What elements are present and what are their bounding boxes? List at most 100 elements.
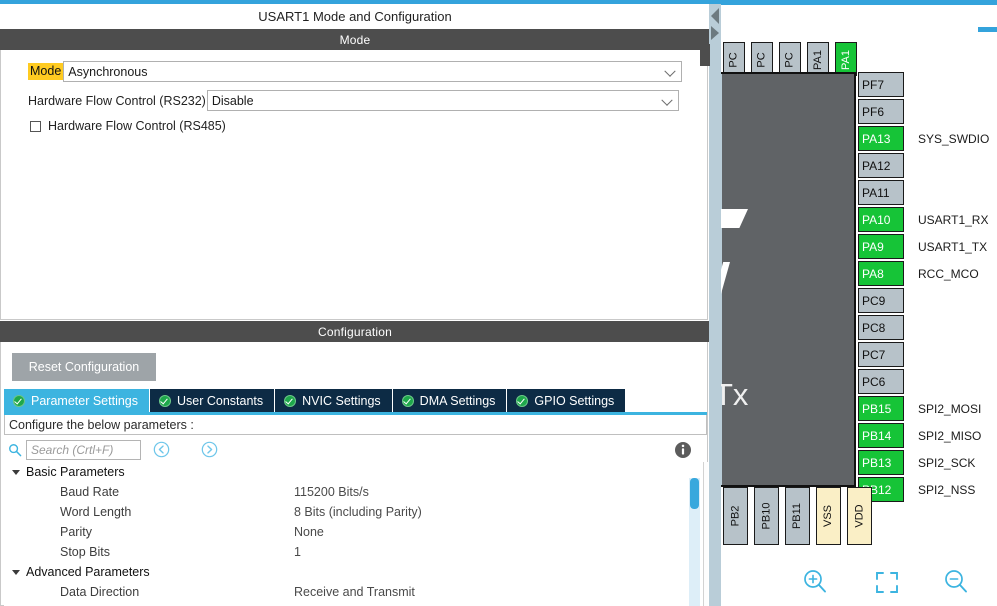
pin-pf7[interactable]: PF7 bbox=[858, 72, 904, 97]
hardware-flow-control-rs485-label: Hardware Flow Control (RS485) bbox=[48, 119, 226, 133]
search-icon bbox=[9, 444, 22, 457]
zoom-out-icon[interactable] bbox=[940, 566, 974, 598]
reset-configuration-button[interactable]: Reset Configuration bbox=[12, 353, 156, 381]
chevron-down-icon bbox=[12, 569, 20, 575]
signal-label-pa10: USART1_RX bbox=[918, 213, 989, 227]
tab-label: Parameter Settings bbox=[31, 393, 138, 408]
mode-select[interactable]: Asynchronous bbox=[63, 61, 683, 82]
parameter-scrollbar-thumb[interactable] bbox=[690, 478, 699, 509]
pin-label: PC7 bbox=[862, 347, 886, 362]
collapse-left-icon[interactable] bbox=[711, 8, 719, 24]
zoom-in-icon[interactable] bbox=[799, 566, 833, 598]
signal-label-pb14: SPI2_MISO bbox=[918, 429, 982, 443]
hardware-flow-control-rs485-checkbox[interactable] bbox=[30, 120, 41, 132]
expand-right-icon[interactable] bbox=[711, 26, 719, 40]
pin-pa10[interactable]: PA10 bbox=[858, 207, 904, 232]
pin-label: PC8 bbox=[862, 320, 886, 335]
param-value[interactable]: 1 bbox=[294, 545, 301, 559]
pin-label: PA12 bbox=[862, 158, 891, 173]
pin-vdd[interactable]: VDD bbox=[847, 487, 872, 545]
pin-top-3[interactable]: PA1 bbox=[807, 42, 829, 76]
check-circle-icon bbox=[516, 394, 529, 407]
chevron-down-icon bbox=[664, 65, 676, 77]
tab-user-constants[interactable]: User Constants bbox=[150, 389, 276, 412]
pin-pc6[interactable]: PC6 bbox=[858, 369, 904, 394]
tab-dma-settings[interactable]: DMA Settings bbox=[392, 389, 508, 412]
pin-label: PA1 bbox=[839, 50, 852, 70]
next-match-icon[interactable] bbox=[201, 441, 218, 458]
configuration-tabstrip: Parameter Settings User Constants NVIC S… bbox=[4, 389, 627, 412]
page-title: USART1 Mode and Configuration bbox=[0, 4, 710, 30]
hardware-flow-control-rs232-select[interactable]: Disable bbox=[206, 90, 679, 111]
pin-pc9[interactable]: PC9 bbox=[858, 288, 904, 313]
group-label: Advanced Parameters bbox=[26, 565, 150, 579]
parameter-search-row bbox=[4, 438, 707, 464]
pin-pc7[interactable]: PC7 bbox=[858, 342, 904, 367]
pin-label: PB2 bbox=[729, 505, 742, 527]
group-advanced-parameters[interactable]: Advanced Parameters bbox=[4, 562, 707, 582]
pin-pa12[interactable]: PA12 bbox=[858, 153, 904, 178]
info-icon[interactable] bbox=[674, 441, 692, 459]
previous-match-icon[interactable] bbox=[153, 441, 170, 458]
pin-top-4[interactable]: PA1 bbox=[835, 42, 857, 76]
pin-label: PC bbox=[728, 52, 740, 68]
pinout-top-accent-bar bbox=[721, 0, 997, 5]
pin-pb13[interactable]: PB13 bbox=[858, 450, 904, 475]
table-row[interactable]: Data Direction Receive and Transmit bbox=[4, 582, 707, 602]
group-basic-parameters[interactable]: Basic Parameters bbox=[4, 462, 707, 482]
table-row[interactable]: Parity None bbox=[4, 522, 707, 542]
pin-label: PB11 bbox=[791, 502, 804, 530]
pin-top-0[interactable]: PC bbox=[723, 42, 745, 76]
pin-pb10[interactable]: PB10 bbox=[754, 487, 779, 545]
check-circle-icon bbox=[401, 394, 414, 407]
usart1-config-panel: USART1 Mode and Configuration Mode Mode … bbox=[0, 0, 710, 606]
fit-to-screen-icon[interactable] bbox=[870, 566, 904, 598]
panel-splitter[interactable] bbox=[700, 0, 721, 606]
splitter-band-stub bbox=[700, 44, 710, 66]
chip-die-body: Tx bbox=[721, 72, 856, 487]
signal-label-pa9: USART1_TX bbox=[918, 240, 988, 254]
hardware-flow-control-rs232-label: Hardware Flow Control (RS232) bbox=[28, 93, 206, 108]
pin-pb15[interactable]: PB15 bbox=[858, 396, 904, 421]
hardware-flow-control-rs485-row[interactable]: Hardware Flow Control (RS485) bbox=[30, 119, 226, 133]
table-row[interactable]: Word Length 8 Bits (including Parity) bbox=[4, 502, 707, 522]
signal-label-pb15: SPI2_MOSI bbox=[918, 402, 982, 416]
pinout-zoom-toolbar bbox=[721, 566, 997, 600]
pin-top-2[interactable]: PC bbox=[779, 42, 801, 76]
mode-label: Mode bbox=[28, 63, 64, 80]
table-row[interactable]: Stop Bits 1 bbox=[4, 542, 707, 562]
parameter-tree[interactable]: Basic Parameters Baud Rate 115200 Bits/s… bbox=[4, 462, 707, 606]
pin-label: PA10 bbox=[862, 212, 891, 227]
param-value[interactable]: Receive and Transmit bbox=[294, 585, 415, 599]
param-value[interactable]: 8 Bits (including Parity) bbox=[294, 505, 422, 519]
pin-label: PF6 bbox=[862, 104, 885, 119]
search-input[interactable] bbox=[26, 440, 141, 460]
pin-pa13[interactable]: PA13 bbox=[858, 126, 904, 151]
pinout-toolbar-accent-segment bbox=[978, 27, 997, 32]
pin-pa9[interactable]: PA9 bbox=[858, 234, 904, 259]
tab-gpio-settings[interactable]: GPIO Settings bbox=[507, 389, 627, 412]
app-root: USART1 Mode and Configuration Mode Mode … bbox=[0, 0, 997, 606]
pin-pb2[interactable]: PB2 bbox=[723, 487, 748, 545]
pin-vss[interactable]: VSS bbox=[816, 487, 841, 545]
tab-nvic-settings[interactable]: NVIC Settings bbox=[275, 389, 393, 412]
pin-label: PB13 bbox=[862, 455, 892, 470]
splitter-top-accent bbox=[709, 0, 721, 4]
pin-label: PA8 bbox=[862, 266, 884, 281]
param-value[interactable]: None bbox=[294, 525, 324, 539]
pin-label: PA9 bbox=[862, 239, 884, 254]
pin-top-1[interactable]: PC bbox=[751, 42, 773, 76]
param-value[interactable]: 115200 Bits/s bbox=[294, 485, 369, 499]
tab-parameter-settings[interactable]: Parameter Settings bbox=[4, 389, 150, 412]
pin-pb11[interactable]: PB11 bbox=[785, 487, 810, 545]
pin-pc8[interactable]: PC8 bbox=[858, 315, 904, 340]
param-name: Parity bbox=[60, 525, 92, 539]
chevron-down-icon bbox=[12, 469, 20, 475]
pin-pa11[interactable]: PA11 bbox=[858, 180, 904, 205]
pin-pf6[interactable]: PF6 bbox=[858, 99, 904, 124]
table-row[interactable]: Baud Rate 115200 Bits/s bbox=[4, 482, 707, 502]
tab-label: NVIC Settings bbox=[302, 393, 381, 408]
pin-pa8[interactable]: PA8 bbox=[858, 261, 904, 286]
pin-pb14[interactable]: PB14 bbox=[858, 423, 904, 448]
check-circle-icon bbox=[284, 394, 297, 407]
